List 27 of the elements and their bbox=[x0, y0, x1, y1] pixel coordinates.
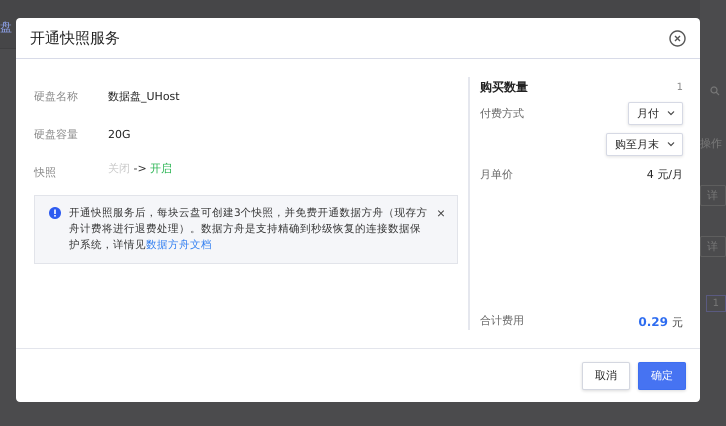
payment-select[interactable]: 月付 bbox=[628, 102, 683, 124]
nav-link[interactable]: 盘 bbox=[0, 18, 12, 36]
currency-unit: 元 bbox=[672, 316, 683, 328]
confirm-button[interactable]: 确定 bbox=[638, 362, 686, 390]
field-label: 硬盘容量 bbox=[34, 126, 79, 142]
field-value: 数据盘_UHost bbox=[108, 88, 180, 104]
quantity-value: 1 bbox=[676, 82, 683, 92]
search-icon bbox=[710, 86, 720, 96]
caret-icon bbox=[667, 110, 675, 116]
field-label: 快照 bbox=[34, 164, 57, 180]
caret-icon bbox=[667, 141, 675, 147]
info-icon bbox=[49, 207, 61, 219]
total-value: 0.29 bbox=[638, 314, 668, 328]
field-value: 20G bbox=[108, 128, 131, 140]
payment-label: 付费方式 bbox=[480, 106, 524, 120]
price-label: 月单价 bbox=[480, 166, 513, 182]
section-title: 购买数量 bbox=[480, 78, 528, 96]
close-icon[interactable] bbox=[669, 30, 686, 46]
notice-text: 开通快照服务后，每块云盘可创建3个快照，并免费开通数据方舟（现存方舟计费将进行退费处理）。数据方舟是支持精确到秒级恢复的连接数据保护系统，详情见数据方舟文档 bbox=[69, 206, 429, 253]
cancel-button[interactable]: 取消 bbox=[582, 362, 630, 390]
duration-select[interactable]: 购至月末 bbox=[606, 132, 683, 156]
close-button[interactable]: × bbox=[436, 205, 445, 221]
total-label: 合计费用 bbox=[480, 312, 524, 328]
dialog-title: 开通快照服务 bbox=[30, 28, 120, 48]
price-value: 4 元/月 bbox=[646, 166, 683, 182]
field-label: 硬盘名称 bbox=[34, 88, 79, 104]
docs-link[interactable]: 数据方舟文档 bbox=[146, 239, 212, 251]
